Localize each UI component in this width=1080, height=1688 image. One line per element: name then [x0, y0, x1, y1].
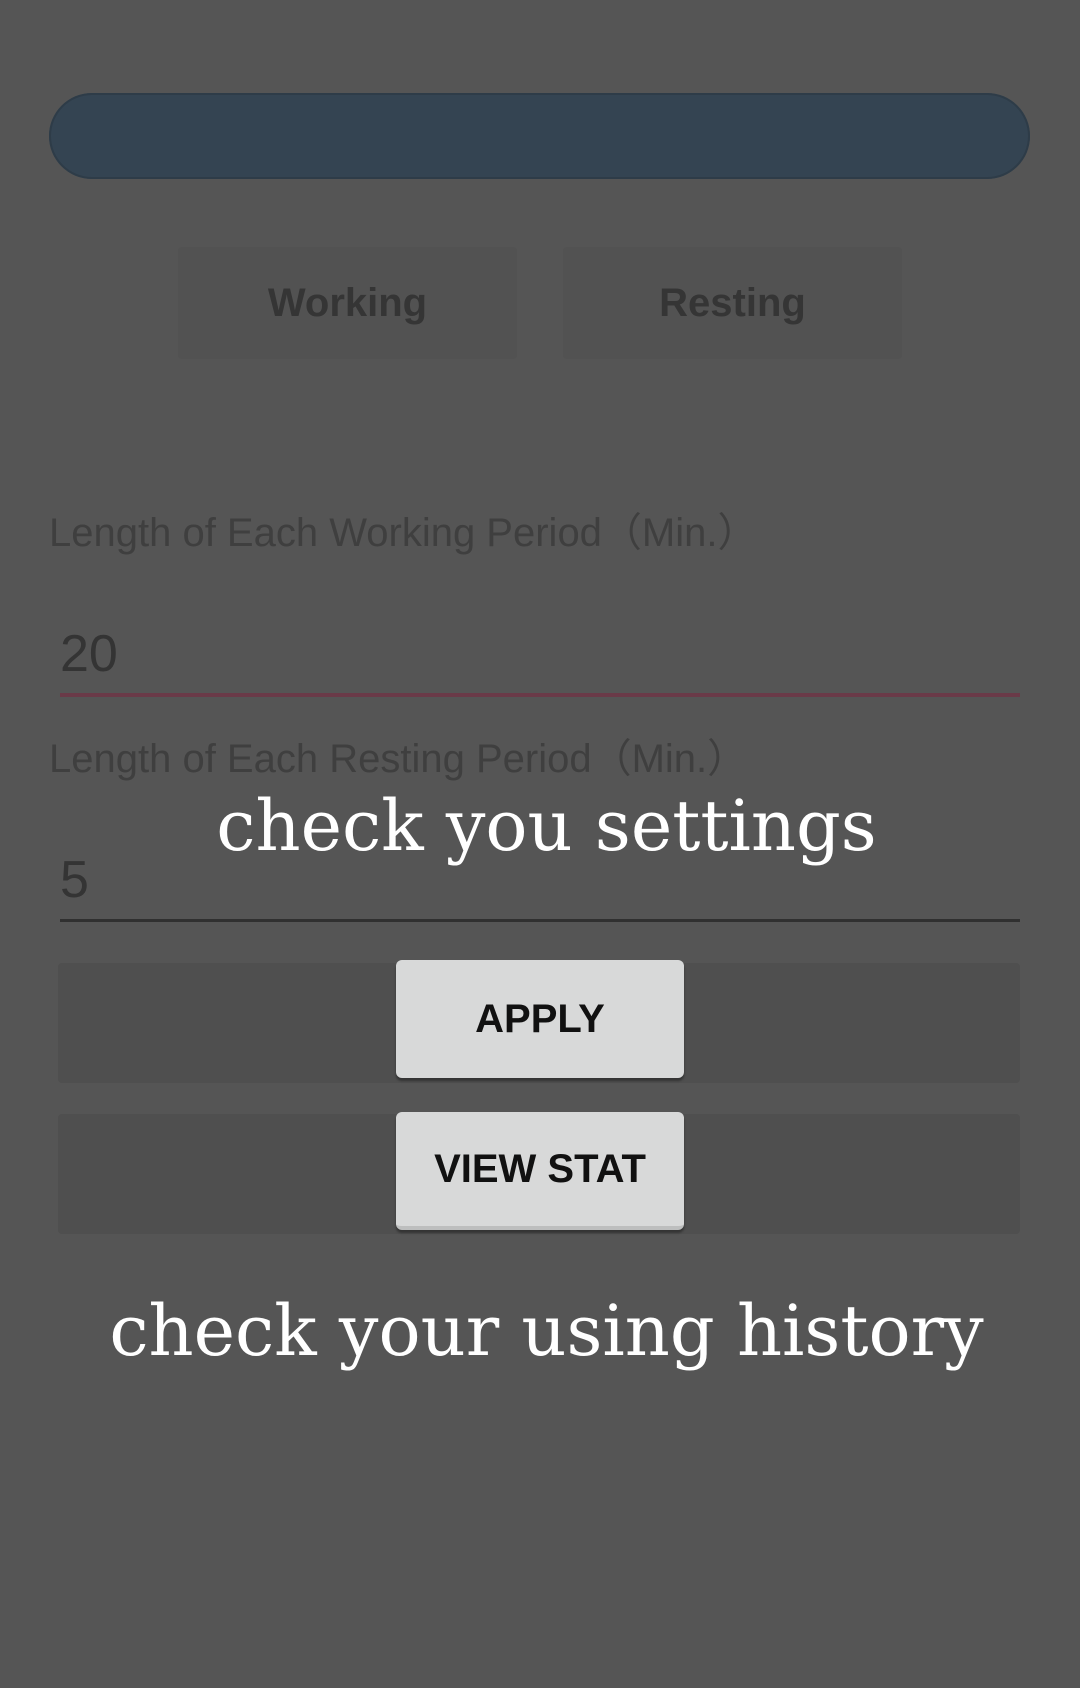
working-mode-button[interactable]: Working: [178, 247, 517, 359]
resting-period-label: Length of Each Resting Period（Min.）: [49, 737, 748, 781]
timer-progress-bar: [49, 93, 1030, 179]
resting-mode-button[interactable]: Resting: [563, 247, 902, 359]
view-stat-button[interactable]: VIEW STAT: [396, 1112, 684, 1230]
resting-mode-label: Resting: [659, 280, 806, 325]
resting-period-underline: [60, 919, 1020, 922]
history-coach-mark: check your using history: [109, 1290, 984, 1372]
apply-button-label: APPLY: [475, 996, 605, 1041]
view-stat-button-label: VIEW STAT: [434, 1146, 646, 1191]
apply-button[interactable]: APPLY: [396, 960, 684, 1078]
timer-settings-screen: Working Resting Length of Each Working P…: [0, 0, 1080, 1688]
settings-coach-mark: check you settings: [216, 785, 877, 867]
working-period-input[interactable]: 20: [60, 624, 118, 684]
working-period-underline: [60, 693, 1020, 697]
working-period-label: Length of Each Working Period（Min.）: [49, 511, 758, 555]
working-mode-label: Working: [267, 280, 428, 325]
